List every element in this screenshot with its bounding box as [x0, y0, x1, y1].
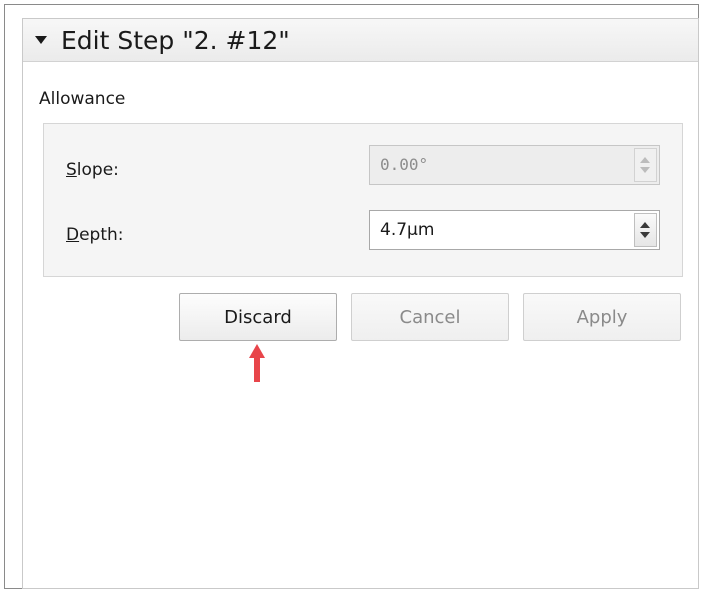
depth-label-text: epth:: [79, 225, 124, 245]
slope-label-text: lope:: [76, 160, 119, 180]
depth-label-mnemonic: D: [66, 225, 80, 245]
panel-title: Edit Step "2. #12": [61, 25, 290, 55]
slope-label-mnemonic: S: [66, 160, 77, 180]
spin-up-icon[interactable]: [640, 157, 650, 163]
depth-label: Depth:: [66, 225, 124, 245]
collapse-triangle-icon[interactable]: [35, 36, 47, 44]
discard-button[interactable]: Discard: [179, 293, 337, 341]
depth-spinbox[interactable]: 4.7µm: [369, 210, 660, 250]
slope-label: Slope:: [66, 160, 119, 180]
slope-spin-buttons[interactable]: [634, 148, 657, 182]
red-arrow-icon: [249, 344, 265, 382]
allowance-group-box: Slope: 0.00° Depth: 4.7µm: [43, 123, 683, 277]
allowance-group-label: Allowance: [39, 89, 126, 109]
depth-value[interactable]: 4.7µm: [380, 220, 434, 240]
slope-spinbox[interactable]: 0.00°: [369, 145, 660, 185]
spin-down-icon[interactable]: [640, 232, 650, 238]
depth-spin-buttons[interactable]: [634, 213, 657, 247]
spin-up-icon[interactable]: [640, 222, 650, 228]
panel-header[interactable]: Edit Step "2. #12": [23, 19, 698, 62]
edit-step-panel: Edit Step "2. #12" Allowance Slope: 0.00…: [22, 18, 699, 589]
apply-button[interactable]: Apply: [523, 293, 681, 341]
spin-down-icon[interactable]: [640, 167, 650, 173]
cancel-button[interactable]: Cancel: [351, 293, 509, 341]
slope-value: 0.00°: [380, 155, 429, 174]
